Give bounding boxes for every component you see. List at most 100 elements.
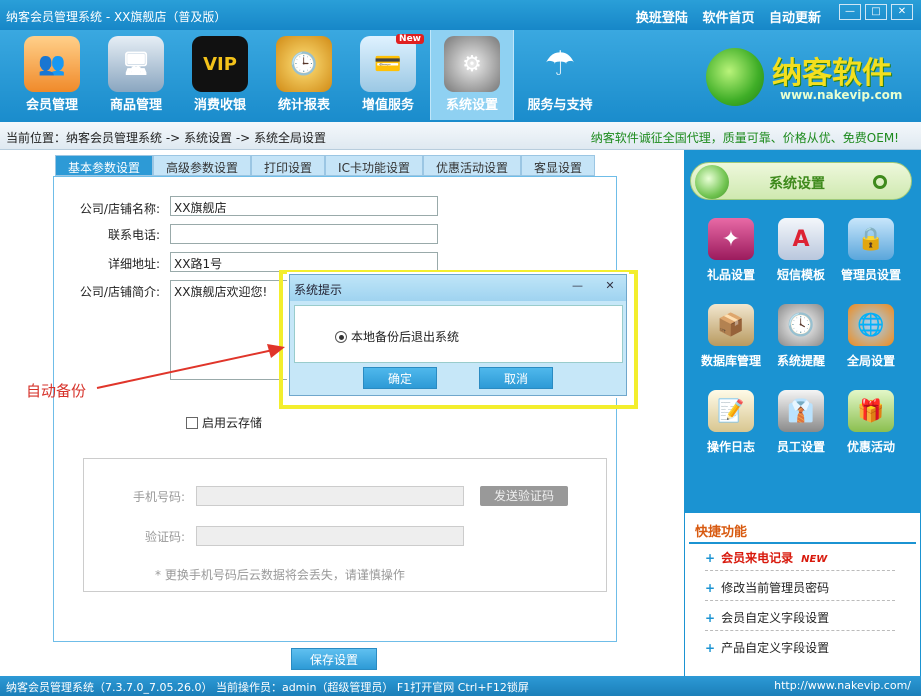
- cloud-storage-option[interactable]: 启用云存储: [186, 414, 262, 431]
- sidebar-item-label: 员工设置: [776, 440, 825, 454]
- database-icon: 📦: [708, 304, 754, 346]
- title-bar: 纳客会员管理系统 - XX旗舰店（普及版） 换班登陆 软件首页 自动更新 — □…: [0, 0, 921, 30]
- backup-exit-option[interactable]: 本地备份后退出系统: [335, 328, 459, 345]
- software-home-link[interactable]: 软件首页: [702, 11, 754, 26]
- toolbar-label: 统计报表: [277, 98, 330, 113]
- quick-functions: 快捷功能 + 会员来电记录 NEW + 修改当前管理员密码 + 会员自定义字段设置 + 产…: [684, 512, 921, 678]
- maximize-icon[interactable]: □: [865, 4, 887, 20]
- quick-item-label: 产品自定义字段设置: [721, 641, 830, 655]
- sidebar-item-reminder[interactable]: 🕓 系统提醒: [766, 304, 836, 369]
- sidebar-ball-icon: [695, 165, 729, 199]
- close-icon[interactable]: ✕: [891, 4, 913, 20]
- quick-item-label: 会员来电记录: [721, 551, 794, 565]
- auto-update-link[interactable]: 自动更新: [769, 11, 821, 26]
- window-controls: — □ ✕: [839, 4, 913, 20]
- brand-emblem-icon: [706, 48, 764, 106]
- clock-globe-icon: 🕒: [276, 36, 332, 92]
- status-bar: 纳客会员管理系统（7.3.7.0_7.05.26.0） 当前操作员：admin（…: [0, 676, 921, 696]
- dialog-body: 本地备份后退出系统: [294, 305, 623, 363]
- address-field[interactable]: XX路1号: [170, 252, 438, 272]
- vip-icon: VIP: [192, 36, 248, 92]
- quick-item-call-log[interactable]: + 会员来电记录 NEW: [705, 549, 895, 571]
- log-icon: 📝: [708, 390, 754, 432]
- window-title: 纳客会员管理系统 - XX旗舰店（普及版）: [6, 10, 227, 24]
- toolbar-cashier[interactable]: VIP 消费收银: [178, 30, 262, 120]
- sidebar-item-log[interactable]: 📝 操作日志: [696, 390, 766, 455]
- plus-icon: +: [705, 551, 716, 565]
- ok-button[interactable]: 确定: [363, 367, 437, 389]
- plus-icon: +: [705, 641, 716, 655]
- employee-icon: 👔: [778, 390, 824, 432]
- cloud-checkbox[interactable]: [186, 417, 198, 429]
- toolbar-value-added[interactable]: 💳 New 增值服务: [346, 30, 430, 120]
- status-url[interactable]: http://www.nakevip.com/: [774, 679, 911, 692]
- settings-tabs: 基本参数设置 高级参数设置 打印设置 IC卡功能设置 优惠活动设置 客显设置: [55, 155, 595, 176]
- globe-icon: 🌐: [848, 304, 894, 346]
- sidebar-header: 系统设置: [690, 162, 912, 200]
- cancel-button[interactable]: 取消: [479, 367, 553, 389]
- save-button[interactable]: 保存设置: [291, 648, 377, 670]
- sidebar-item-promotion[interactable]: 🎁 优惠活动: [836, 390, 906, 455]
- address-label: 详细地址:: [107, 257, 160, 271]
- tab-customer-display[interactable]: 客显设置: [520, 155, 595, 176]
- sidebar-item-label: 优惠活动: [846, 440, 895, 454]
- toolbar-reports[interactable]: 🕒 统计报表: [262, 30, 346, 120]
- tab-promotion[interactable]: 优惠活动设置: [422, 155, 521, 176]
- toolbar-settings[interactable]: ⚙ 系统设置: [430, 30, 514, 120]
- monitor-icon: 🖥: [108, 36, 164, 92]
- status-left: 纳客会员管理系统（7.3.7.0_7.05.26.0） 当前操作员：admin（…: [6, 681, 529, 694]
- mobile-label: 手机号码:: [132, 490, 185, 504]
- sidebar-title: 系统设置: [769, 176, 825, 192]
- phone-notice: * 更换手机号码后云数据将会丢失，请谨慎操作: [155, 568, 405, 582]
- toolbar-label: 商品管理: [109, 98, 162, 113]
- sidebar-item-employee[interactable]: 👔 员工设置: [766, 390, 836, 455]
- toolbar-label: 消费收银: [193, 98, 246, 113]
- plus-icon: +: [705, 611, 716, 625]
- sidebar-item-gift[interactable]: ✦ 礼品设置: [696, 218, 766, 283]
- breadcrumb: 当前位置：纳客会员管理系统 -> 系统设置 -> 系统全局设置: [6, 131, 327, 145]
- annotation-arrow-icon: [96, 344, 285, 389]
- company-field[interactable]: XX旗舰店: [170, 196, 438, 216]
- code-field[interactable]: [196, 526, 464, 546]
- switch-shift-link[interactable]: 换班登陆: [636, 11, 688, 26]
- quick-item-product-fields[interactable]: + 产品自定义字段设置: [705, 639, 895, 660]
- admin-icon: 🔒: [848, 218, 894, 260]
- tab-print[interactable]: 打印设置: [251, 155, 326, 176]
- toolbar-label: 系统设置: [445, 98, 498, 113]
- quick-title: 快捷功能: [695, 525, 748, 540]
- promo-text: 纳客软件诚征全国代理，质量可靠、价格从优、免费OEM!: [590, 131, 899, 145]
- title-links: 换班登陆 软件首页 自动更新: [626, 7, 821, 26]
- promotion-icon: 🎁: [848, 390, 894, 432]
- umbrella-icon: ☂: [544, 44, 576, 84]
- gear-icon: ⚙: [444, 36, 500, 92]
- intro-label: 公司/店铺简介:: [79, 285, 160, 299]
- radio-selected-icon[interactable]: [335, 331, 347, 343]
- toolbar-goods[interactable]: 🖥 商品管理: [94, 30, 178, 120]
- send-code-button[interactable]: 发送验证码: [480, 486, 568, 506]
- sidebar-item-global[interactable]: 🌐 全局设置: [836, 304, 906, 369]
- alarm-icon: 🕓: [778, 304, 824, 346]
- sidebar-item-label: 短信模板: [776, 268, 825, 282]
- toolbar-support[interactable]: ☂ 服务与支持: [514, 30, 606, 120]
- sidebar-item-database[interactable]: 📦 数据库管理: [696, 304, 766, 369]
- tab-ic-card[interactable]: IC卡功能设置: [325, 155, 423, 176]
- close-icon[interactable]: ✕: [598, 279, 622, 293]
- sidebar-item-sms[interactable]: A 短信模板: [766, 218, 836, 283]
- phone-field[interactable]: [170, 224, 438, 244]
- mobile-field[interactable]: [196, 486, 464, 506]
- sidebar-item-label: 管理员设置: [840, 268, 901, 282]
- sidebar-item-label: 操作日志: [706, 440, 755, 454]
- quick-item-label: 修改当前管理员密码: [721, 581, 830, 595]
- toolbar-member[interactable]: 👥 会员管理: [10, 30, 94, 120]
- option-label: 本地备份后退出系统: [351, 330, 460, 344]
- tab-basic[interactable]: 基本参数设置: [55, 155, 154, 176]
- minimize-icon[interactable]: —: [839, 4, 861, 20]
- sms-icon: A: [778, 218, 824, 260]
- quick-item-member-fields[interactable]: + 会员自定义字段设置: [705, 609, 895, 631]
- brand-name: 纳客软件: [772, 56, 892, 91]
- minimize-icon[interactable]: —: [572, 279, 586, 293]
- sidebar-item-admin[interactable]: 🔒 管理员设置: [836, 218, 906, 283]
- tab-advanced[interactable]: 高级参数设置: [153, 155, 252, 176]
- phone-label: 联系电话:: [107, 228, 160, 242]
- quick-item-password[interactable]: + 修改当前管理员密码: [705, 579, 895, 601]
